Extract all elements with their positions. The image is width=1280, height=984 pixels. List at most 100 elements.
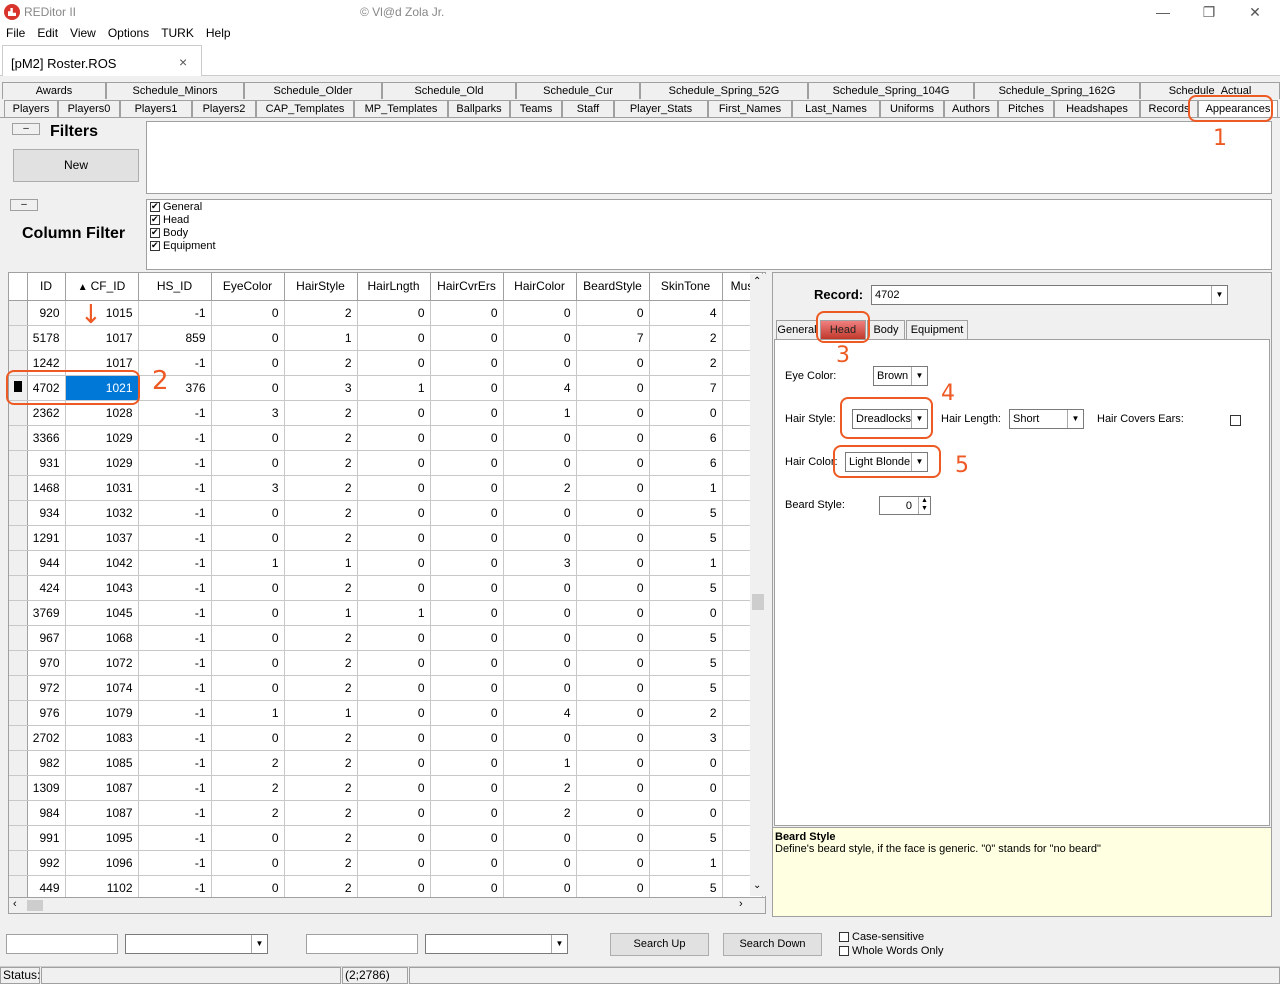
table-cell[interactable]: 0	[211, 525, 285, 551]
close-tab-icon[interactable]: ×	[179, 54, 187, 70]
table-cell[interactable]: 2	[284, 800, 358, 826]
table-cell[interactable]: 0	[211, 675, 285, 701]
table-cell[interactable]: -1	[138, 700, 212, 726]
table-tab-players1[interactable]: Players1	[120, 100, 192, 117]
table-cell[interactable]: 2	[211, 775, 285, 801]
table-cell[interactable]: -1	[138, 400, 212, 426]
checkbox-icon[interactable]	[150, 239, 160, 252]
tab-equipment[interactable]: Equipment	[906, 320, 968, 339]
row-header[interactable]	[9, 500, 28, 526]
table-cell[interactable]: 1087	[65, 775, 139, 801]
menu-view[interactable]: View	[64, 24, 102, 42]
table-cell[interactable]: 0	[430, 475, 504, 501]
table-cell[interactable]: 2	[503, 775, 577, 801]
column-filter-collapse-button[interactable]: –	[10, 199, 38, 211]
table-cell[interactable]: 0	[430, 675, 504, 701]
table-cell[interactable]: 1072	[65, 650, 139, 676]
table-cell[interactable]: 0	[576, 425, 650, 451]
table-cell[interactable]: 991	[27, 825, 66, 851]
row-header[interactable]	[9, 850, 28, 876]
menu-edit[interactable]: Edit	[31, 24, 64, 42]
checkbox-icon[interactable]	[839, 932, 849, 943]
table-cell[interactable]: 1	[284, 325, 358, 351]
search-column-select-1[interactable]: ▼	[125, 934, 268, 954]
table-tab-ballparks[interactable]: Ballparks	[448, 100, 510, 117]
row-header[interactable]	[9, 875, 28, 897]
table-cell[interactable]: -1	[138, 800, 212, 826]
table-cell[interactable]: 1096	[65, 850, 139, 876]
table-tab-schedule_minors[interactable]: Schedule_Minors	[106, 82, 244, 99]
table-cell[interactable]: 1037	[65, 525, 139, 551]
table-cell[interactable]: 2	[649, 350, 723, 376]
table-cell[interactable]: -1	[138, 300, 212, 326]
menu-help[interactable]: Help	[200, 24, 237, 42]
table-cell[interactable]: 0	[576, 300, 650, 326]
table-cell[interactable]: 0	[430, 700, 504, 726]
table-cell[interactable]: 0	[576, 350, 650, 376]
table-cell[interactable]: 4	[503, 375, 577, 401]
table-tab-players2[interactable]: Players2	[192, 100, 256, 117]
table-cell[interactable]: 2	[284, 775, 358, 801]
table-cell[interactable]: 982	[27, 750, 66, 776]
table-row[interactable]: 944 1042 -1 1 1 0 0 3 0 1	[9, 550, 763, 576]
table-cell[interactable]: 0	[430, 500, 504, 526]
table-cell[interactable]: 0	[357, 425, 431, 451]
table-cell[interactable]: 0	[503, 425, 577, 451]
column-header-haircvrers[interactable]: HairCvrErs	[430, 273, 504, 301]
table-row[interactable]: 967 1068 -1 0 2 0 0 0 0 5	[9, 625, 763, 651]
table-cell[interactable]: 2	[649, 700, 723, 726]
table-cell[interactable]: 0	[430, 600, 504, 626]
table-cell[interactable]: 5178	[27, 325, 66, 351]
table-cell[interactable]: 1	[503, 750, 577, 776]
table-row[interactable]: 3366 1029 -1 0 2 0 0 0 0 6	[9, 425, 763, 451]
table-tab-schedule_cur[interactable]: Schedule_Cur	[516, 82, 640, 99]
table-cell[interactable]: 0	[503, 650, 577, 676]
table-cell[interactable]: 0	[576, 525, 650, 551]
table-cell[interactable]: 0	[503, 850, 577, 876]
table-cell[interactable]: 984	[27, 800, 66, 826]
table-cell[interactable]: 1029	[65, 425, 139, 451]
table-cell[interactable]: 0	[649, 750, 723, 776]
table-cell[interactable]: 2	[284, 575, 358, 601]
scrollbar-thumb[interactable]	[752, 594, 764, 610]
table-cell[interactable]: 0	[357, 325, 431, 351]
table-cell[interactable]: 0	[430, 775, 504, 801]
restore-button[interactable]: ❐	[1186, 0, 1232, 24]
table-cell[interactable]: 1	[503, 400, 577, 426]
table-row[interactable]: 3769 1045 -1 0 1 1 0 0 0 0	[9, 600, 763, 626]
table-cell[interactable]: -1	[138, 475, 212, 501]
table-tab-cap_templates[interactable]: CAP_Templates	[256, 100, 354, 117]
column-filter-body[interactable]: Body	[150, 226, 1268, 240]
table-cell[interactable]: -1	[138, 675, 212, 701]
table-cell[interactable]: 1083	[65, 725, 139, 751]
table-cell[interactable]: -1	[138, 350, 212, 376]
row-header[interactable]	[9, 325, 28, 351]
table-cell[interactable]: 1042	[65, 550, 139, 576]
table-cell[interactable]: 1309	[27, 775, 66, 801]
table-tab-schedule_spring_162g[interactable]: Schedule_Spring_162G	[974, 82, 1140, 99]
search-column-select-2[interactable]: ▼	[425, 934, 568, 954]
table-cell[interactable]: 1	[211, 550, 285, 576]
row-header[interactable]	[9, 625, 28, 651]
table-cell[interactable]: 0	[430, 625, 504, 651]
table-cell[interactable]: 976	[27, 700, 66, 726]
table-tab-mp_templates[interactable]: MP_Templates	[354, 100, 448, 117]
table-cell[interactable]: 5	[649, 875, 723, 897]
table-tab-uniforms[interactable]: Uniforms	[880, 100, 944, 117]
row-header[interactable]	[9, 700, 28, 726]
table-cell[interactable]: 0	[576, 375, 650, 401]
table-cell[interactable]: 0	[576, 500, 650, 526]
table-cell[interactable]: 0	[211, 650, 285, 676]
table-cell[interactable]: 2	[503, 800, 577, 826]
table-cell[interactable]: 972	[27, 675, 66, 701]
row-header[interactable]	[9, 550, 28, 576]
table-row[interactable]: 934 1032 -1 0 2 0 0 0 0 5	[9, 500, 763, 526]
row-header[interactable]	[9, 425, 28, 451]
table-cell[interactable]: 0	[357, 750, 431, 776]
table-cell[interactable]: 1	[649, 550, 723, 576]
table-cell[interactable]: 0	[503, 300, 577, 326]
eye-color-select[interactable]: Brown ▼	[873, 366, 928, 386]
table-cell[interactable]: 3	[503, 550, 577, 576]
table-cell[interactable]: 0	[430, 450, 504, 476]
table-cell[interactable]: 992	[27, 850, 66, 876]
